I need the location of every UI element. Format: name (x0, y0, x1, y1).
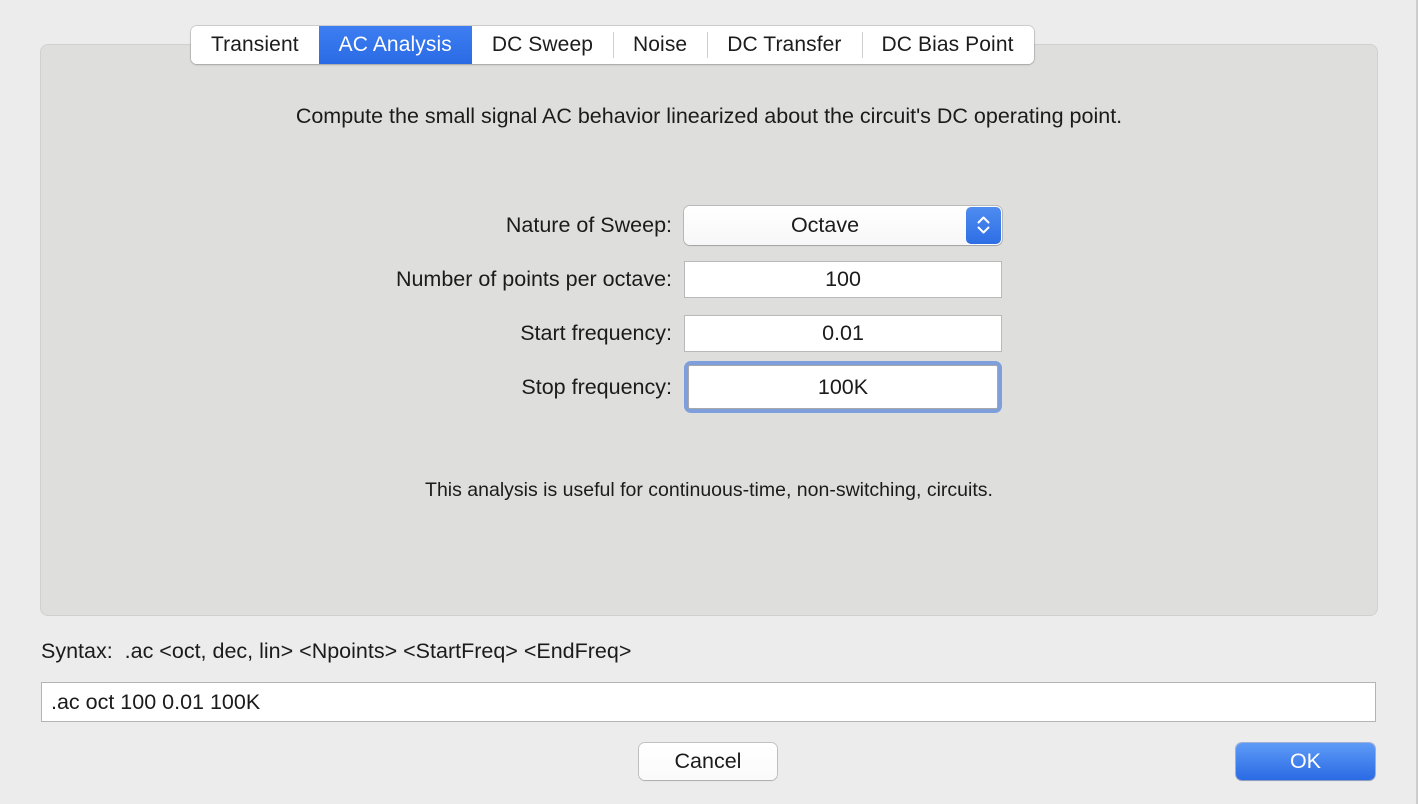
ac-analysis-panel: Compute the small signal AC behavior lin… (40, 44, 1378, 616)
points-per-octave-control: 100 (684, 260, 1002, 298)
points-per-octave-input[interactable]: 100 (684, 260, 1002, 298)
form-row-nature-of-sweep: Nature of Sweep: Octave (40, 198, 1378, 252)
nature-of-sweep-value: Octave (684, 205, 966, 245)
form-row-points-per-octave: Number of points per octave: 100 (40, 252, 1378, 306)
stop-frequency-label: Stop frequency: (521, 374, 672, 399)
form-row-start-frequency: Start frequency: 0.01 (40, 306, 1378, 360)
tab-dc-transfer[interactable]: DC Transfer (707, 26, 862, 64)
panel-note: This analysis is useful for continuous-t… (425, 479, 993, 501)
tab-dc-sweep[interactable]: DC Sweep (471, 26, 614, 64)
tab-transient[interactable]: Transient (191, 26, 319, 64)
tab-noise[interactable]: Noise (613, 26, 708, 64)
start-frequency-label: Start frequency: (520, 320, 672, 345)
form-row-stop-frequency: Stop frequency: 100K (40, 360, 1378, 414)
spice-command-input[interactable]: .ac oct 100 0.01 100K (41, 682, 1376, 722)
points-per-octave-label: Number of points per octave: (395, 266, 672, 291)
stepper-up-down-icon[interactable] (966, 206, 1001, 244)
tab-dc-bias-point[interactable]: DC Bias Point (861, 26, 1034, 64)
nature-of-sweep-select[interactable]: Octave (684, 205, 1002, 245)
ok-button[interactable]: OK (1236, 743, 1375, 780)
stop-frequency-control: 100K (684, 361, 1002, 413)
nature-of-sweep-label: Nature of Sweep: (505, 212, 672, 237)
nature-of-sweep-control: Octave (684, 205, 1002, 245)
start-frequency-control: 0.01 (684, 314, 1002, 352)
start-frequency-input[interactable]: 0.01 (684, 314, 1002, 352)
stop-frequency-input[interactable]: 100K (688, 365, 998, 409)
cancel-button[interactable]: Cancel (639, 743, 777, 780)
syntax-label: Syntax: .ac <oct, dec, lin> <Npoints> <S… (41, 639, 632, 663)
panel-description: Compute the small signal AC behavior lin… (295, 104, 1123, 128)
analysis-tabbar: Transient AC Analysis DC Sweep Noise DC … (191, 26, 1034, 64)
tab-ac-analysis[interactable]: AC Analysis (318, 26, 472, 64)
ac-analysis-form: Nature of Sweep: Octave Number of points… (40, 198, 1378, 414)
stop-frequency-focus-ring: 100K (684, 361, 1002, 413)
